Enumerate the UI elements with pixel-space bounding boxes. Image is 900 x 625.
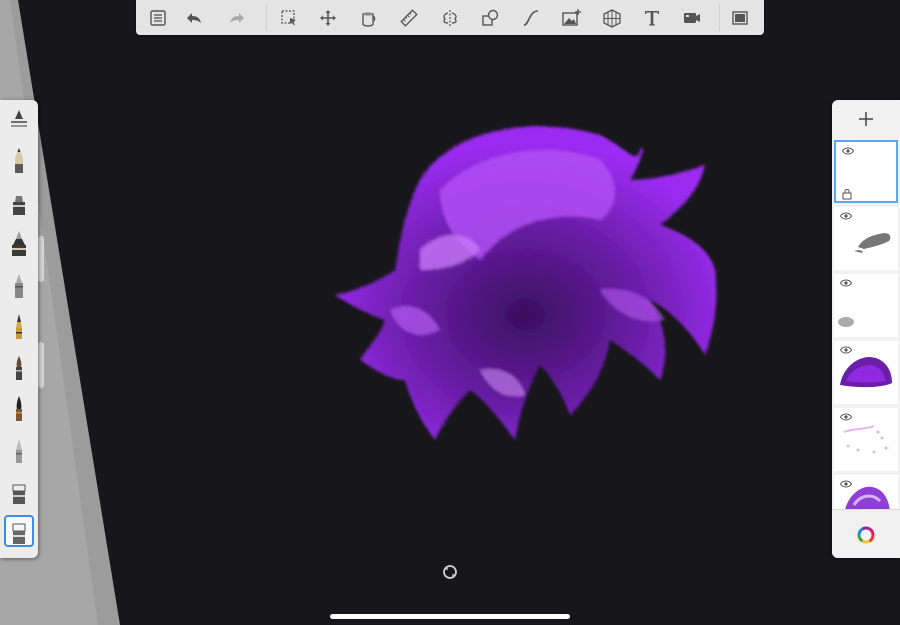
toolbar-divider [719,4,720,31]
canvas-reset-icon[interactable] [441,563,459,581]
layer-1[interactable] [834,140,898,203]
undo-icon[interactable] [182,6,206,30]
layer-3[interactable] [834,274,898,337]
inking-pen-brush-icon[interactable] [4,227,34,259]
ballpoint-brush-icon[interactable] [4,310,34,342]
layer-lock-icon[interactable] [842,188,852,200]
layer-5-thumbnail [843,425,888,454]
eraser-brush-icon[interactable] [4,475,34,507]
layer-4[interactable] [834,341,898,404]
shapes-icon[interactable] [478,6,502,30]
fill-bucket-icon[interactable] [357,6,381,30]
stroke-curve-icon[interactable] [519,6,543,30]
top-toolbar [136,0,764,35]
layer-2-thumbnail [854,233,891,253]
perspective-grid-icon[interactable] [600,6,624,30]
layer-panel [832,100,900,558]
brush-panel-handle-top[interactable] [38,236,44,282]
hard-eraser-brush-icon[interactable] [4,515,34,547]
layer-5[interactable] [834,408,898,471]
redo-icon[interactable] [225,6,249,30]
color-wheel-icon [857,526,875,543]
layer-3-thumbnail [838,317,854,327]
time-lapse-camera-icon[interactable] [680,6,704,30]
brush-palette [0,100,38,558]
layer-2[interactable] [834,207,898,270]
brush-panel-handle-bottom[interactable] [38,342,44,388]
canvas-artwork[interactable] [300,110,750,460]
fullscreen-icon[interactable] [728,6,752,30]
transform-move-icon[interactable] [316,6,340,30]
add-layer-button[interactable] [832,100,900,138]
brush-properties-icon[interactable] [4,104,34,136]
symmetry-icon[interactable] [438,6,462,30]
toolbar-divider [266,4,267,31]
smudge-brush-icon[interactable] [4,434,34,466]
marker-brush-icon[interactable] [4,186,34,218]
ruler-icon[interactable] [397,6,421,30]
eye-icon[interactable] [842,147,854,155]
selection-icon[interactable] [277,6,301,30]
ink-brush-icon[interactable] [4,392,34,424]
paintbrush-brush-icon[interactable] [4,351,34,383]
airbrush-icon[interactable] [4,269,34,301]
add-image-icon[interactable] [559,6,583,30]
pencil-brush-icon[interactable] [4,144,34,176]
text-icon[interactable] [640,6,664,30]
color-picker-button[interactable] [832,509,900,558]
plus-icon [859,112,873,126]
menu-list-icon[interactable] [146,6,170,30]
home-indicator [330,614,570,619]
layer-4-thumbnail [840,357,892,388]
